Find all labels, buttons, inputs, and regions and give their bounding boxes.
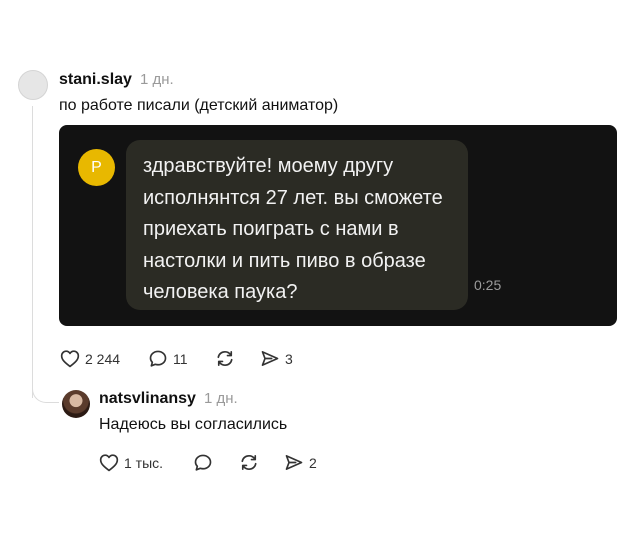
- post-header: stani.slay 1 дн.: [59, 71, 174, 89]
- reply-timestamp: 1 дн.: [203, 390, 238, 407]
- send-icon: [261, 351, 279, 366]
- message-line: исполнянтся 27 лет. вы сможете: [143, 186, 443, 209]
- repost-button[interactable]: [215, 349, 240, 368]
- comment-button[interactable]: 11: [148, 349, 188, 368]
- reply-avatar[interactable]: [62, 390, 90, 418]
- message-text: здравствуйте! моему другу исполнянтся 27…: [143, 151, 463, 309]
- reply-repost-button[interactable]: [239, 453, 264, 472]
- reply-username[interactable]: natsvlinansy: [99, 390, 196, 408]
- comment-bubble-icon: [149, 350, 167, 367]
- heart-icon: [60, 350, 80, 368]
- sender-initial: P: [91, 158, 102, 176]
- repost-arrows-icon: [241, 454, 257, 471]
- repost-arrows-icon: [217, 350, 233, 367]
- send-icon: [285, 455, 303, 470]
- thread-line: [32, 106, 33, 398]
- sender-avatar: P: [78, 149, 115, 186]
- reply-share-count: 2: [309, 454, 317, 471]
- like-button[interactable]: 2 244: [60, 349, 120, 368]
- reply-share-button[interactable]: 2: [284, 453, 317, 472]
- message-time: 0:25: [474, 277, 502, 293]
- reply-text: Надеюсь вы согласились: [99, 416, 288, 433]
- reply-like-button[interactable]: 1 тыс.: [99, 453, 163, 472]
- avatar[interactable]: [18, 70, 48, 100]
- message-line: приехать поиграть с нами в: [143, 218, 399, 240]
- username[interactable]: stani.slay: [59, 71, 132, 89]
- timestamp: 1 дн.: [139, 71, 174, 88]
- comment-count: 11: [173, 350, 188, 367]
- share-count: 3: [285, 350, 293, 367]
- message-line: настолки и пить пиво в образе: [143, 249, 426, 272]
- comment-bubble-icon: [194, 454, 212, 471]
- reply-like-count: 1 тыс.: [124, 454, 164, 471]
- heart-icon: [99, 454, 119, 472]
- message-line: человека паука?: [143, 281, 298, 303]
- post-text: по работе писали (детский аниматор): [59, 97, 339, 114]
- message-line: здравствуйте! моему другу: [143, 155, 394, 177]
- like-count: 2 244: [85, 350, 121, 367]
- thread-connector: [32, 380, 59, 403]
- reply-comment-button[interactable]: [193, 453, 218, 472]
- reply-header: natsvlinansy 1 дн.: [99, 390, 238, 408]
- share-button[interactable]: 3: [260, 349, 293, 368]
